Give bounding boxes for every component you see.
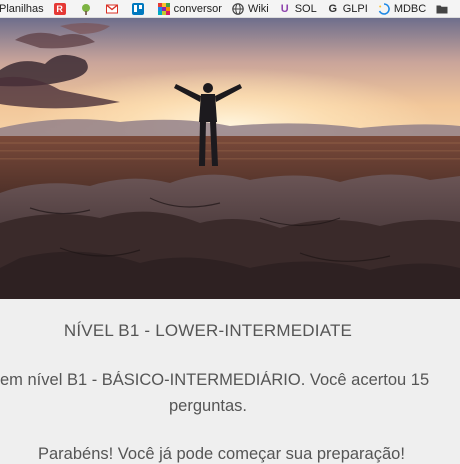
r-logo-icon: R	[53, 2, 66, 15]
bookmark-glpi[interactable]: G GLPI	[327, 0, 368, 17]
bookmark-wiki[interactable]: Wiki	[232, 0, 269, 17]
bookmark-tree[interactable]	[80, 0, 96, 17]
bookmark-label: conversor	[173, 2, 222, 15]
bookmark-planilhas[interactable]: Planilhas	[0, 0, 44, 17]
gmail-icon	[105, 3, 118, 15]
result-message-line1: em nível B1 - BÁSICO-INTERMEDIÁRIO. Você…	[0, 371, 430, 389]
bookmark-label: SOL	[294, 2, 317, 15]
bookmark-trello[interactable]	[131, 0, 148, 17]
folder-icon	[436, 3, 448, 15]
celebrating-person-landscape-image	[0, 18, 460, 299]
bookmark-label: Planilhas	[0, 2, 44, 15]
bookmark-sol[interactable]: U SOL	[279, 0, 317, 17]
sol-logo-icon: U	[280, 2, 289, 15]
trello-icon	[131, 2, 144, 15]
spinner-icon	[378, 2, 390, 15]
bookmark-mdbc[interactable]: MDBC	[378, 0, 426, 17]
hero-image	[0, 18, 460, 299]
bookmark-r[interactable]: R	[53, 0, 70, 17]
level-title: NÍVEL B1 - LOWER-INTERMEDIATE	[63, 321, 353, 340]
bookmarks-bar: Planilhas R conversor Wiki U SOL G GLPI …	[0, 0, 460, 18]
tree-logo-icon	[80, 3, 92, 15]
bookmark-label: MDBC	[393, 2, 427, 15]
color-grid-icon	[157, 2, 170, 15]
globe-icon	[232, 2, 244, 15]
bookmark-label: Wiki	[247, 2, 269, 15]
bookmark-conversor[interactable]: conversor	[157, 0, 222, 17]
result-section: NÍVEL B1 - LOWER-INTERMEDIATE em nível B…	[0, 299, 460, 463]
result-message-line2: perguntas.	[169, 397, 247, 415]
bookmark-gmail[interactable]	[105, 0, 122, 17]
congrats-message: Parabéns! Você já pode começar sua prepa…	[38, 445, 405, 463]
bookmark-label: GLPI	[342, 2, 368, 15]
glpi-logo-icon: G	[328, 2, 338, 15]
bookmark-folder[interactable]	[436, 0, 452, 17]
